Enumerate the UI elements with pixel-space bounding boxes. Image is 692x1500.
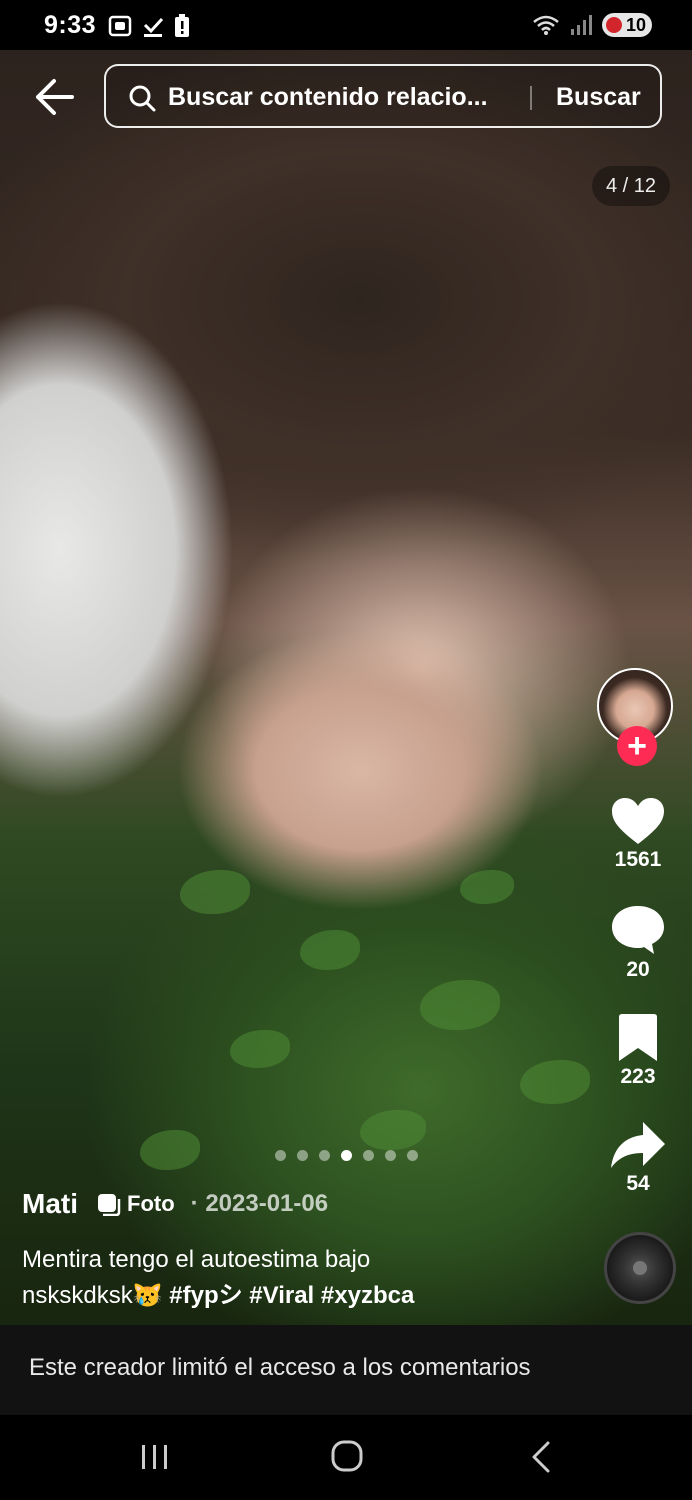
comment-button[interactable]: 20 [600,904,676,982]
carousel-dot [385,1150,396,1161]
search-input[interactable]: Buscar contenido relacio... Buscar [104,64,662,128]
heart-icon [612,798,664,844]
home-icon [331,1440,363,1472]
photo-stack-icon [98,1194,121,1216]
wifi-icon [533,15,559,35]
save-button[interactable]: 223 [600,1013,676,1089]
status-icons-right: 10 [532,13,652,37]
like-count: 1561 [614,848,662,871]
recent-apps-icon [142,1445,167,1469]
post-photo[interactable] [0,50,692,1325]
home-button[interactable] [322,1437,372,1477]
author-name[interactable]: Mati [22,1188,78,1220]
search-query: Buscar contenido relacio... [168,83,488,111]
status-icons-left [108,14,190,38]
status-time: 9:33 [44,11,97,39]
carousel-dot [319,1150,330,1161]
recent-apps-button[interactable] [130,1437,180,1477]
comment-icon [612,906,664,954]
photo-badge-label: Foto [127,1191,175,1216]
caption-line-2: nskskdksk😿 #fypシ #Viral #xyzbca [22,1278,582,1314]
like-button[interactable]: 1561 [600,796,676,872]
caption-line-1: Mentira tengo el autoestima bajo [22,1246,371,1273]
follow-button[interactable]: + [617,726,657,766]
share-arrow-icon [611,1122,665,1168]
hashtag-xyzbca[interactable]: #xyzbca [321,1282,414,1309]
battery-alert-icon [175,14,189,37]
hashtag-fyp[interactable]: #fypシ [169,1282,242,1309]
photo-badge: Foto [96,1191,175,1217]
post-caption: Mentira tengo el autoestima bajo nskskdk… [22,1242,582,1314]
author-row: Mati Foto · 2023-01-06 [22,1188,328,1220]
back-arrow-icon [36,79,74,115]
bookmark-icon [619,1014,657,1061]
comment-count: 20 [626,958,650,981]
music-disc[interactable] [604,1232,676,1304]
carousel-dot [407,1150,418,1161]
share-count: 54 [626,1172,650,1195]
hashtag-viral[interactable]: #Viral [249,1282,314,1309]
status-bar: 9:33 10 [0,0,692,50]
signal-icon [571,15,592,35]
back-nav-button[interactable] [518,1437,568,1477]
back-chevron-icon [532,1441,550,1473]
carousel-dot [297,1150,308,1161]
carousel-dot [275,1150,286,1161]
system-nav-bar [0,1415,692,1500]
back-button[interactable] [34,78,76,116]
search-divider [530,86,532,110]
save-count: 223 [620,1065,656,1088]
page-counter: 4 / 12 [591,166,670,206]
battery-level: 10 [625,14,646,35]
carousel-dots [275,1150,418,1161]
caption-text: nskskdksk😿 [22,1282,170,1309]
search-icon [129,85,156,112]
download-check-icon [143,17,164,37]
battery-icon: 10 [602,13,652,37]
comments-restricted-text: Este creador limitó el acceso a los come… [29,1354,531,1381]
share-button[interactable]: 54 [600,1120,676,1196]
screen-record-icon [108,15,132,37]
carousel-dot-active [341,1150,352,1161]
carousel-dot [363,1150,374,1161]
comments-restricted-bar: Este creador limitó el acceso a los come… [0,1325,692,1415]
search-button[interactable]: Buscar [556,83,641,112]
post-date: · 2023-01-06 [190,1190,329,1217]
